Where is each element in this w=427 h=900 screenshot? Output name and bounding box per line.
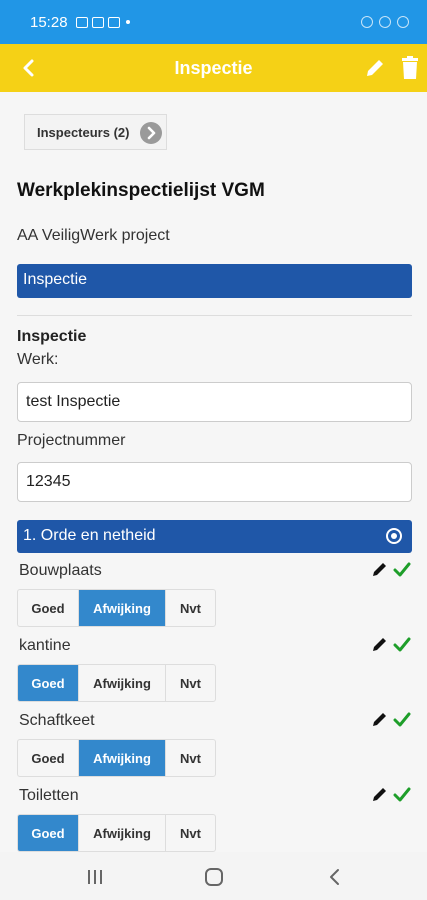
item-label-kantine: kantine [19,637,71,654]
pencil-icon[interactable] [371,785,389,803]
divider [17,315,412,316]
item-actions [371,560,413,580]
option-nvt[interactable]: Nvt [166,815,215,851]
pencil-icon[interactable] [371,635,389,653]
item-actions [371,635,413,655]
page-title: Inspectie [174,57,253,78]
option-goed[interactable]: Goed [18,590,79,626]
item-actions [371,785,413,805]
checkmark-icon [393,787,411,802]
gallery-icon [75,16,88,28]
notification-icons [75,16,120,28]
checkmark-icon [393,637,411,652]
option-nvt[interactable]: Nvt [166,665,215,701]
status-time: 15:28 [30,13,68,31]
choice-group-toiletten: Goed Afwijking Nvt [17,814,216,852]
app-icon [107,16,120,28]
chevron-right-icon [140,122,162,144]
item-label-bouwplaats: Bouwplaats [19,562,102,579]
pencil-icon[interactable] [371,560,389,578]
inspecteurs-label: Inspecteurs (2) [37,124,130,140]
section-title: 1. Orde en netheid [23,527,156,544]
settings-icon [91,16,104,28]
option-afwijking[interactable]: Afwijking [79,590,166,626]
projectnummer-input[interactable]: 12345 [17,462,412,502]
back-arrow-icon[interactable] [20,58,38,78]
project-name: AA VeiligWerk project [17,227,170,244]
option-goed[interactable]: Goed [18,740,79,776]
edit-icon[interactable] [364,57,386,79]
app-bar: Inspectie [0,44,427,92]
status-bar: 15:28 [0,0,427,44]
werk-label: Werk: [17,351,59,368]
option-afwijking[interactable]: Afwijking [79,740,166,776]
item-label-schaftkeet: Schaftkeet [19,712,95,729]
option-goed[interactable]: Goed [18,665,79,701]
checkmark-icon [393,712,411,727]
system-status-icons [361,16,409,28]
inspecteurs-button[interactable]: Inspecteurs (2) [24,114,167,150]
inspectie-bar[interactable]: Inspectie [17,264,412,298]
pencil-icon[interactable] [371,710,389,728]
option-nvt[interactable]: Nvt [166,740,215,776]
option-nvt[interactable]: Nvt [166,590,215,626]
choice-group-bouwplaats: Goed Afwijking Nvt [17,589,216,627]
main-content: Inspecteurs (2) Werkplekinspectielijst V… [0,92,427,852]
notification-dot-icon [125,20,130,24]
option-afwijking[interactable]: Afwijking [79,815,166,851]
choice-group-schaftkeet: Goed Afwijking Nvt [17,739,216,777]
battery-icon [397,16,409,28]
choice-group-kantine: Goed Afwijking Nvt [17,664,216,702]
option-goed[interactable]: Goed [18,815,79,851]
recents-icon[interactable] [86,869,104,885]
wifi-icon [361,16,373,28]
section-header-orde-en-netheid[interactable]: 1. Orde en netheid [17,520,412,553]
trash-icon[interactable] [400,56,420,80]
checkmark-icon [393,562,411,577]
system-nav-bar [0,852,427,900]
signal-icon [379,16,391,28]
inspectie-label: Inspectie [17,328,87,345]
item-actions [371,710,413,730]
projectnummer-label: Projectnummer [17,432,126,449]
home-icon[interactable] [205,868,223,886]
radio-target-icon[interactable] [386,528,402,544]
form-heading: Werkplekinspectielijst VGM [17,180,265,201]
item-label-toiletten: Toiletten [19,787,79,804]
back-nav-icon[interactable] [328,868,340,886]
werk-input[interactable]: test Inspectie [17,382,412,422]
option-afwijking[interactable]: Afwijking [79,665,166,701]
